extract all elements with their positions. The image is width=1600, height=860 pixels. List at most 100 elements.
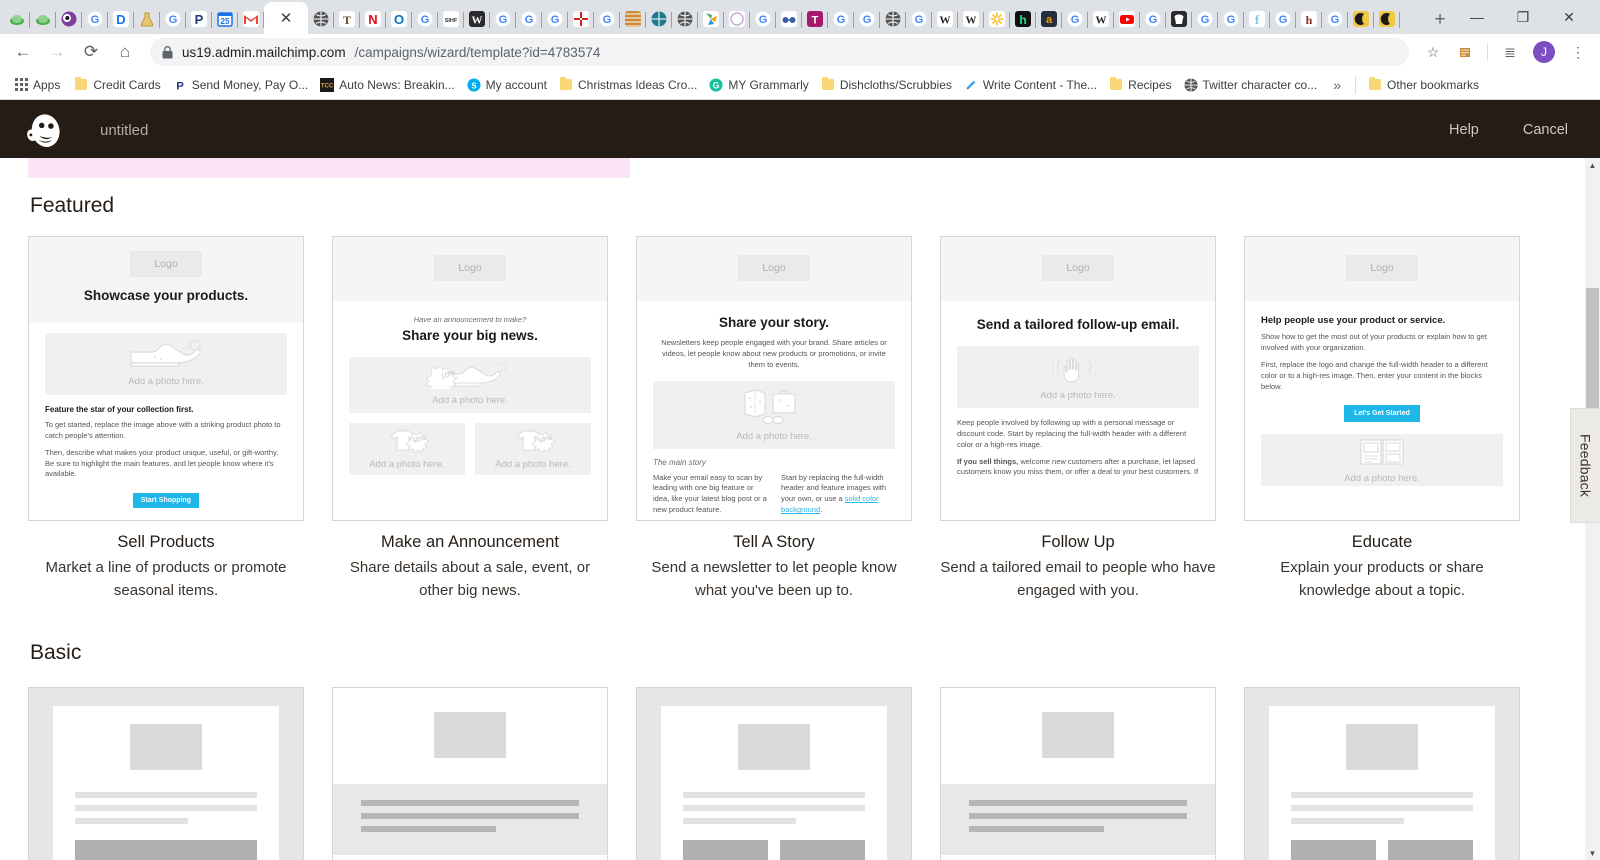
address-bar[interactable]: us19.admin.mailchimp.com/campaigns/wizar… [150,38,1409,66]
bookmark-item[interactable]: S My account [461,75,553,95]
extension-icon[interactable] [1451,38,1479,66]
browser-tab[interactable]: G [490,4,516,34]
bookmark-item[interactable]: P Send Money, Pay O... [167,75,315,95]
browser-tab[interactable]: G [1192,4,1218,34]
browser-tab[interactable] [1166,4,1192,34]
browser-tab[interactable] [1348,4,1374,34]
scroll-up-arrow-icon[interactable]: ▲ [1585,158,1600,172]
template-card-basic-1[interactable] [28,686,304,860]
browser-tab[interactable] [1114,4,1140,34]
forward-icon[interactable]: → [42,37,72,67]
template-card-educate[interactable]: Logo Help people use your product or ser… [1244,236,1520,603]
close-window-button[interactable]: ✕ [1546,1,1592,33]
template-card-basic-2[interactable] [332,686,608,860]
browser-tab[interactable] [620,4,646,34]
browser-tab[interactable]: P [186,4,212,34]
template-card-make-an-announcement[interactable]: Logo Have an announcement to make? Share… [332,236,608,603]
browser-tab[interactable]: G [906,4,932,34]
browser-tab[interactable] [880,4,906,34]
browser-tab[interactable]: W [1088,4,1114,34]
browser-tab[interactable]: G [1322,4,1348,34]
new-tab-button[interactable]: + [1426,6,1454,34]
template-card-tell-a-story[interactable]: Logo Share your story. Newsletters keep … [636,236,912,603]
browser-tab[interactable] [134,4,160,34]
minimize-button[interactable]: — [1454,1,1500,33]
template-preview[interactable]: Logo Showcase your products. Add a photo… [28,236,304,521]
browser-tab[interactable] [4,4,30,34]
tab-close-icon[interactable]: ✕ [280,11,293,26]
browser-tab[interactable]: G [854,4,880,34]
bookmark-item[interactable]: G MY Grammarly [703,75,814,95]
browser-tab-active[interactable]: ✕ [264,2,308,34]
browser-tab[interactable]: G [516,4,542,34]
browser-tab[interactable]: h [1296,4,1322,34]
browser-tab[interactable]: N [360,4,386,34]
reload-icon[interactable]: ⟳ [76,37,106,67]
bookmark-item[interactable]: Credit Cards [68,75,166,95]
browser-tab[interactable] [646,4,672,34]
browser-tab[interactable]: O [386,4,412,34]
browser-tab[interactable] [568,4,594,34]
template-preview[interactable] [28,686,304,860]
bookmark-item[interactable]: Christmas Ideas Cro... [553,75,703,95]
browser-tab[interactable]: G [160,4,186,34]
feedback-tab[interactable]: Feedback [1570,408,1600,523]
browser-tab[interactable]: W [464,4,490,34]
template-card-basic-4[interactable] [940,686,1216,860]
browser-tab[interactable] [1374,4,1400,34]
campaign-title[interactable]: untitled [100,122,148,139]
maximize-button[interactable]: ❐ [1500,1,1546,33]
bookmark-item[interactable]: Dishcloths/Scrubbies [815,75,958,95]
other-bookmarks-button[interactable]: Other bookmarks [1362,75,1485,95]
email-cta-button[interactable]: Start Shopping [132,493,200,509]
template-preview[interactable] [1244,686,1520,860]
cancel-link[interactable]: Cancel [1523,122,1568,138]
browser-tab[interactable]: G [594,4,620,34]
help-link[interactable]: Help [1449,122,1479,138]
browser-tab[interactable]: a [1036,4,1062,34]
bookmark-item[interactable]: TCC Auto News: Breakin... [314,75,460,95]
profile-avatar[interactable]: J [1533,41,1555,63]
browser-tab[interactable] [672,4,698,34]
browser-tab[interactable]: G [1270,4,1296,34]
template-preview[interactable] [940,686,1216,860]
reading-list-icon[interactable]: ≣ [1496,38,1524,66]
template-preview[interactable]: Logo Have an announcement to make? Share… [332,236,608,521]
browser-tab[interactable]: D [108,4,134,34]
browser-tab[interactable]: G [1218,4,1244,34]
template-preview[interactable]: Logo Share your story. Newsletters keep … [636,236,912,521]
browser-tab[interactable] [238,4,264,34]
template-card-basic-3[interactable] [636,686,912,860]
browser-tab[interactable] [698,4,724,34]
browser-tab[interactable]: W [958,4,984,34]
bookmark-item[interactable]: Recipes [1103,75,1177,95]
template-preview[interactable] [636,686,912,860]
browser-tab[interactable]: f [1244,4,1270,34]
browser-tab[interactable] [30,4,56,34]
browser-tab[interactable]: G [412,4,438,34]
browser-tab[interactable] [776,4,802,34]
browser-tab[interactable] [308,4,334,34]
browser-tab[interactable] [724,4,750,34]
apps-shortcut[interactable]: Apps [8,75,66,95]
bookmarks-overflow-button[interactable]: » [1325,77,1349,93]
browser-tab[interactable]: T [334,4,360,34]
scroll-down-arrow-icon[interactable]: ▼ [1585,846,1600,860]
template-preview[interactable] [332,686,608,860]
browser-menu-icon[interactable]: ⋮ [1564,38,1592,66]
browser-tab[interactable]: W [932,4,958,34]
browser-tab[interactable] [56,4,82,34]
browser-tab[interactable]: 25 [212,4,238,34]
bookmark-star-icon[interactable]: ☆ [1419,38,1447,66]
template-preview[interactable]: Logo Send a tailored follow-up email. Ad… [940,236,1216,521]
email-cta-button[interactable]: Let's Get Started [1344,405,1420,423]
browser-tab[interactable]: G [82,4,108,34]
browser-tab[interactable]: G [750,4,776,34]
browser-tab[interactable]: T [802,4,828,34]
browser-tab[interactable]: G [1062,4,1088,34]
scrollbar-thumb[interactable] [1586,288,1599,413]
browser-tab[interactable] [984,4,1010,34]
browser-tab[interactable]: h [1010,4,1036,34]
browser-tab[interactable]: G [542,4,568,34]
browser-tab[interactable]: SIHF [438,4,464,34]
